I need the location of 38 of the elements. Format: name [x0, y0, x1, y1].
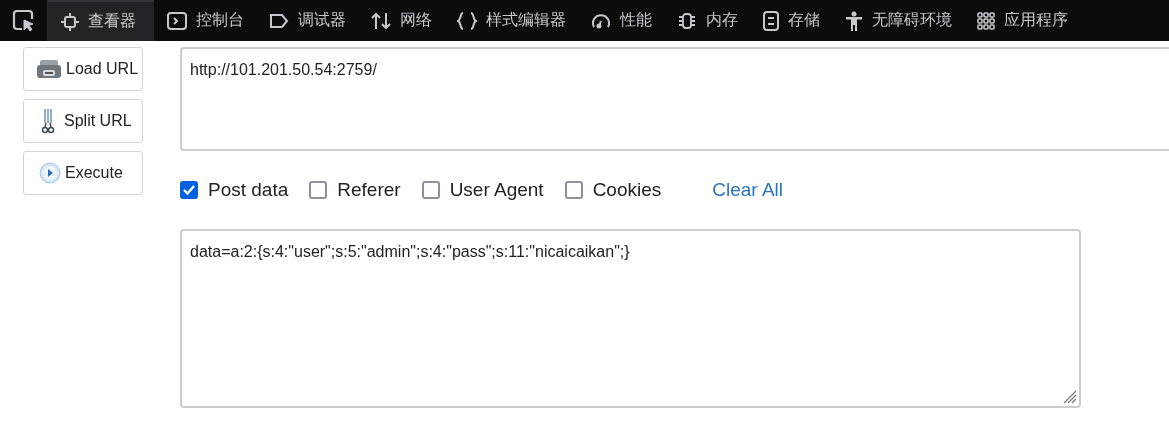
checkbox[interactable] — [309, 181, 328, 199]
devtools-tab[interactable]: 应用程序 — [964, 0, 1080, 41]
action-button[interactable]: Split URL — [23, 99, 143, 143]
action-button[interactable]: Execute — [23, 151, 143, 195]
checkbox-label: Cookies — [592, 179, 662, 201]
crosshair-icon — [61, 12, 79, 31]
post-data-field[interactable]: data=a:2:{s:4:"user";s:5:"admin";s:4:"pass";s:11:"nicaicaikan";} — [180, 229, 1081, 408]
checkbox-label: User Agent — [449, 179, 544, 201]
console-icon — [167, 11, 187, 30]
devtools-tab[interactable]: 样式编辑器 — [444, 0, 578, 41]
url-field[interactable]: http://101.201.50.54:2759/ — [180, 47, 1169, 151]
scissors-icon — [41, 108, 55, 134]
tag-icon — [269, 12, 289, 29]
checkbox-label: Post data — [208, 179, 289, 201]
person-icon — [845, 10, 863, 31]
devtools-tab[interactable]: 存储 — [750, 0, 832, 41]
braces-icon — [457, 11, 477, 30]
devtools-tab[interactable]: 性能 — [578, 0, 664, 41]
devtools-tab[interactable]: 调试器 — [256, 0, 358, 41]
devtools-tab[interactable]: 内存 — [664, 0, 750, 41]
checkbox[interactable] — [421, 181, 440, 199]
checkbox-label: Referer — [337, 179, 401, 201]
resize-grip-icon[interactable] — [1063, 390, 1077, 404]
cabinet-icon — [763, 10, 779, 31]
play-icon — [39, 162, 61, 184]
chip-icon — [677, 11, 697, 30]
devtools-tab[interactable]: 网络 — [358, 0, 444, 41]
devtools-tab[interactable]: 控制台 — [154, 0, 256, 41]
grid-icon — [977, 11, 995, 30]
devtools-tab[interactable]: 无障碍环境 — [832, 0, 964, 41]
devtools-tab[interactable]: 查看器 — [48, 0, 154, 41]
up-down-arrows-icon — [371, 11, 391, 30]
clear-all-link[interactable]: Clear All — [712, 179, 784, 201]
action-button[interactable]: Load URL — [23, 47, 143, 91]
checkbox[interactable] — [564, 181, 583, 199]
gauge-icon — [591, 11, 611, 30]
checkbox[interactable] — [180, 181, 198, 199]
printer-icon — [36, 59, 62, 79]
